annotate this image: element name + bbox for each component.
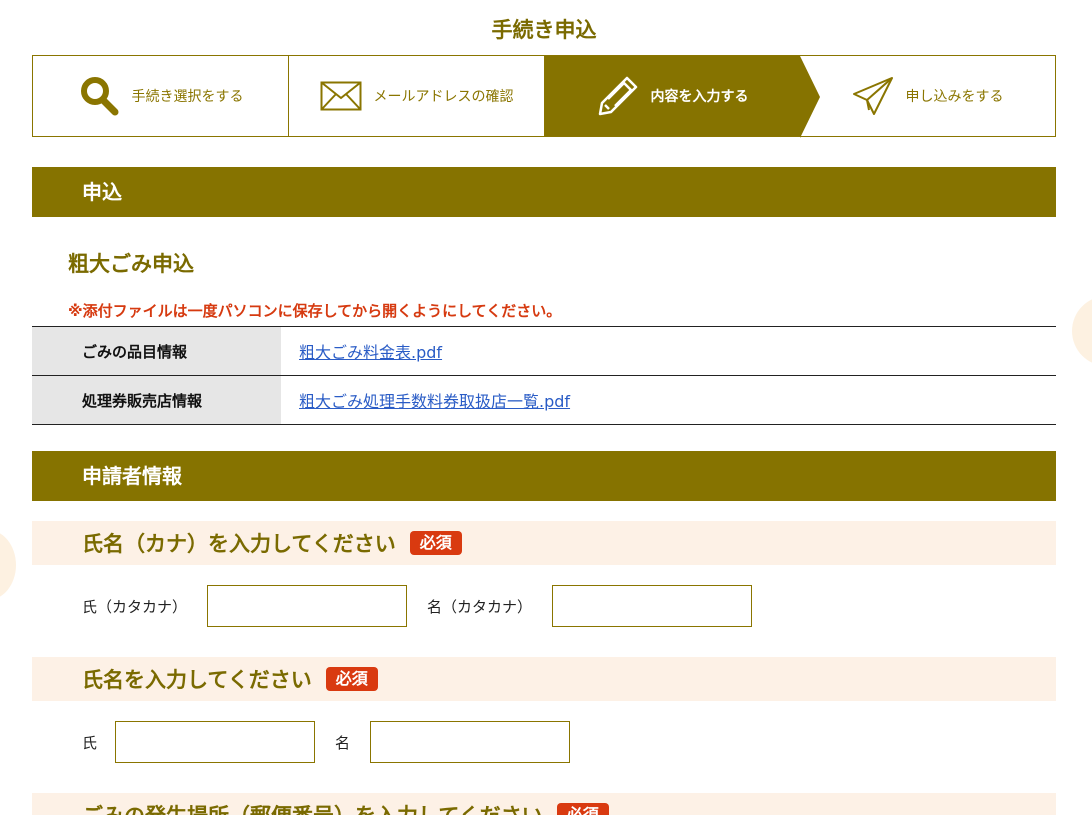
step-submit: 申し込みをする — [800, 56, 1055, 136]
last-name-input[interactable] — [115, 721, 316, 763]
row-label: ごみの品目情報 — [32, 326, 281, 376]
table-row: ごみの品目情報 粗大ごみ料金表.pdf — [32, 326, 1056, 376]
table-row: 処理券販売店情報 粗大ごみ処理手数料券取扱店一覧.pdf — [32, 375, 1056, 425]
step-label: メールアドレスの確認 — [373, 89, 514, 105]
step-label: 申し込みをする — [905, 89, 1004, 105]
question-title: 氏名を入力してください — [82, 668, 312, 692]
question-kana-header: 氏名（カナ）を入力してください 必須 — [32, 521, 1056, 565]
question-postal-header: ごみの発生場所（郵便番号）を入力してください 必須 — [32, 793, 1056, 815]
attachment-notice: ※添付ファイルは一度パソコンに保存してから開くようにしてください。 — [68, 302, 562, 320]
row-label: 処理券販売店情報 — [32, 375, 281, 425]
required-badge: 必須 — [409, 531, 462, 555]
step-enter-content: 内容を入力する — [545, 56, 820, 138]
pencil-icon — [598, 76, 637, 116]
ticket-store-pdf-link[interactable]: 粗大ごみ処理手数料券取扱店一覧.pdf — [299, 392, 570, 411]
section-header-applicant: 申請者情報 — [32, 451, 1056, 501]
page-title: 手続き申込 — [491, 18, 597, 42]
step-label: 内容を入力する — [650, 89, 749, 105]
question-title: 氏名（カナ）を入力してください — [82, 532, 396, 556]
required-badge: 必須 — [325, 667, 378, 691]
last-name-label: 氏 — [82, 733, 98, 752]
section-header-apply: 申込 — [32, 167, 1056, 217]
decorative-circle — [1072, 296, 1092, 366]
kana-fields: 氏（カタカナ） 名（カタカナ） — [82, 585, 753, 627]
required-badge: 必須 — [556, 803, 609, 815]
name-fields: 氏 名 — [82, 721, 571, 763]
send-icon — [852, 77, 893, 115]
first-name-label: 名 — [335, 733, 351, 752]
first-name-kana-input[interactable] — [552, 585, 753, 627]
procedure-title: 粗大ごみ申込 — [68, 252, 194, 276]
question-name-header: 氏名を入力してください 必須 — [32, 657, 1056, 701]
question-title: ごみの発生場所（郵便番号）を入力してください — [82, 800, 543, 815]
mail-icon — [320, 81, 361, 111]
item-info-pdf-link[interactable]: 粗大ごみ料金表.pdf — [299, 343, 442, 362]
last-name-kana-label: 氏（カタカナ） — [82, 597, 188, 616]
step-select-procedure: 手続き選択をする — [33, 56, 289, 136]
first-name-kana-label: 名（カタカナ） — [427, 597, 533, 616]
attachment-table: ごみの品目情報 粗大ごみ料金表.pdf 処理券販売店情報 粗大ごみ処理手数料券取… — [32, 326, 1056, 425]
step-confirm-email: メールアドレスの確認 — [289, 56, 545, 136]
last-name-kana-input[interactable] — [207, 585, 408, 627]
step-indicator: 手続き選択をする メールアドレスの確認 内容を入力する 申し込みをする — [32, 55, 1056, 138]
first-name-input[interactable] — [370, 721, 571, 763]
decorative-circle — [0, 530, 16, 600]
step-label: 手続き選択をする — [131, 89, 244, 105]
search-icon — [80, 77, 118, 116]
